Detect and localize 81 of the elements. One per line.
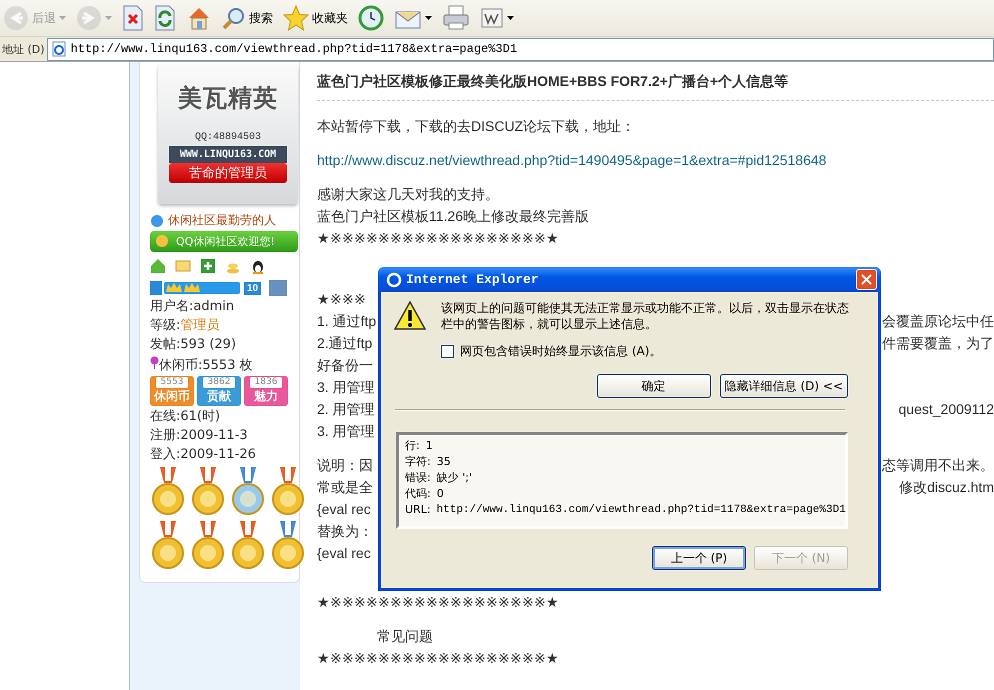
rank-badge: 10: [244, 282, 262, 294]
dialog-button[interactable]: 确定: [596, 374, 711, 398]
post-text: {eval rec: [317, 500, 371, 519]
previous-button[interactable]: 上一个 (P): [652, 546, 746, 570]
post-text: 本站暂停下载，下载的去DISCUZ论坛下载，地址：: [317, 117, 636, 136]
profile-field: 在线:61(时): [150, 409, 299, 425]
post-text: 感谢大家这几天对我的支持。: [317, 185, 499, 204]
page-icon: [50, 41, 67, 57]
medal-icon: [230, 467, 266, 517]
medal-icon: [150, 467, 186, 517]
post-text: 3. 用管理: [317, 378, 375, 397]
detail-line: 错误: 缺少 ';': [405, 470, 473, 486]
profile-field: 等级:管理员: [150, 318, 299, 334]
pin-icon: [150, 356, 159, 369]
post-text: 态等调用不出来。: [882, 456, 994, 475]
refresh-icon: [154, 5, 176, 31]
avatar-graphic: 美瓦精英 QQ:48894503 WWW.LINQU163.COM 苦命的管理员: [158, 64, 298, 204]
motto-text: 休闲社区最勤劳的人: [168, 212, 276, 229]
search-button[interactable]: 搜索: [219, 2, 276, 34]
caret-icon[interactable]: [507, 16, 514, 20]
post-text: ★※※※: [317, 290, 366, 309]
post-text: 说明：因: [317, 456, 373, 475]
medal-icon: [190, 467, 226, 517]
envelope-icon[interactable]: [175, 258, 191, 274]
post-text: 替换为：: [317, 522, 373, 541]
detail-line: 字符: 35: [405, 454, 452, 470]
post-text: 蓝色门户社区模板11.26晚上修改最终完善版: [317, 207, 589, 226]
post-text: 件需要覆盖，为了: [882, 334, 994, 353]
post-text: quest_2009112: [898, 400, 994, 419]
address-field[interactable]: http://www.linqu163.com/viewthread.php?tid=1178&extra=page%3D1: [46, 38, 994, 60]
favorites-button[interactable]: 收藏夹: [280, 2, 351, 34]
close-icon: [861, 274, 872, 285]
profile-field: 发帖:593 (29): [150, 337, 299, 353]
profile-field: 休闲币:5553 枚: [150, 356, 299, 374]
post-text: ★※※※※※※※※※※※※※※※※※※★: [317, 649, 559, 668]
medal-icon: [230, 521, 266, 571]
dialog-title: Internet Explorer: [406, 272, 540, 287]
post-text: ★※※※※※※※※※※※※※※※※※※★: [317, 593, 559, 612]
caret-icon[interactable]: [425, 16, 432, 20]
plus-icon[interactable]: [200, 258, 216, 274]
stat-badge: 5553 休闲币: [150, 376, 194, 406]
address-label: 地址 (D): [1, 42, 46, 56]
post-text: 2.通过ftp: [317, 334, 372, 353]
penguin-icon[interactable]: [250, 258, 266, 274]
detail-line: URL: http://www.linqu163.com/viewthread.php?tid=1178&extra=page%3D1: [405, 502, 845, 518]
profile-field: 用户名:admin: [150, 299, 299, 315]
post-text: 2. 用管理: [317, 400, 375, 419]
printer-icon: [442, 5, 470, 31]
post-text: ★※※※※※※※※※※※※※※※※※※★: [317, 229, 559, 248]
link[interactable]: http://www.discuz.net/viewthread.php?tid=1490495&page=1&extra=#pid12518648: [317, 149, 826, 171]
stat-badge: 1836 魅力: [244, 376, 288, 406]
close-button[interactable]: [856, 269, 877, 290]
star-icon: [283, 5, 309, 31]
dialog-button[interactable]: 隐藏详细信息 (D) <<: [720, 374, 848, 398]
search-icon: [222, 6, 246, 30]
stop-icon: [122, 5, 144, 31]
stat-badge: 3862 贡献: [197, 376, 241, 406]
photo-placeholder: [269, 280, 288, 296]
home-icon[interactable]: [150, 258, 166, 274]
profile-field: 注册:2009-11-3: [150, 428, 299, 444]
error-message: 该网页上的问题可能使其无法正常显示或功能不正常。以后，双击显示在状态栏中的警告图标，就可以显示上述信息。: [441, 300, 850, 332]
medal-icon: [150, 521, 186, 571]
post-text: 修改discuz.htm: [899, 478, 994, 497]
clock-icon: [358, 5, 384, 31]
post-text: 会覆盖原论坛中任: [882, 312, 994, 331]
section-heading: 常见问题: [377, 627, 433, 646]
checkbox-label[interactable]: 网页包含错误时始终显示该信息 (A)。: [460, 343, 662, 360]
document-icon: [480, 6, 504, 30]
profile-field: 登入:2009-11-26: [150, 447, 299, 463]
post-text: 1. 通过ftp: [317, 312, 376, 331]
warning-icon: [393, 300, 427, 332]
post-text: {eval rec: [317, 544, 371, 563]
welcome-banner: QQ休闲社区欢迎您!: [150, 231, 298, 252]
post-text: 3. 用管理: [317, 422, 375, 441]
checkbox[interactable]: [441, 345, 454, 358]
post-title: 蓝色门户社区模板修正最终美化版HOME+BBS FOR7.2+广播台+个人信息等: [317, 73, 994, 101]
detail-line: 行: 1: [405, 438, 434, 454]
detail-line: 代码: 0: [405, 486, 445, 502]
post-text: 好备份一: [317, 356, 373, 375]
medal-icon: [190, 521, 226, 571]
post-text: 常或是全: [317, 478, 373, 497]
